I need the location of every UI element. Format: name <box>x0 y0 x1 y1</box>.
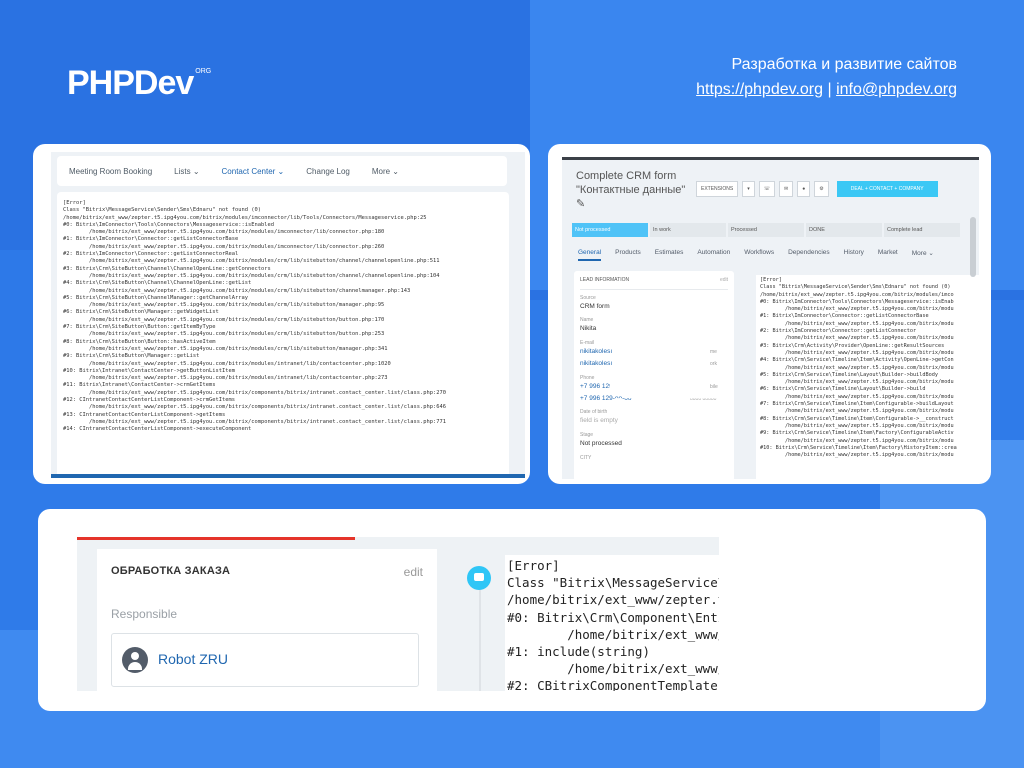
panel-edit-link[interactable]: edit <box>404 565 423 579</box>
stage-done[interactable]: DONE <box>806 223 882 237</box>
chevron-down-icon[interactable]: ▾ <box>742 181 755 197</box>
link-separator: | <box>827 81 832 98</box>
stage-processed[interactable]: Processed <box>728 223 804 237</box>
dob-label: Date of birth <box>580 409 608 415</box>
entity-tabs: General Products Estimates Automation Wo… <box>578 249 934 261</box>
name-label: Name <box>580 317 594 323</box>
convert-lead-button[interactable]: DEAL + CONTACT + COMPANY <box>836 181 938 197</box>
email-type-1: me <box>710 349 717 355</box>
stage-not-processed[interactable]: Not processed <box>572 223 648 237</box>
email-value-2[interactable]: nikitakolesı <box>580 360 612 367</box>
crm-lead-screenshot: Complete CRM form "Контактные данные" ✎ … <box>562 157 979 479</box>
logo-text: PHPDev <box>67 64 194 102</box>
logo-sup: ORG <box>195 68 212 75</box>
error-log: [Error] Class "Bitrix\MessageService\S /… <box>505 555 719 691</box>
window-topbar <box>562 157 979 160</box>
nav-lists[interactable]: Lists ⌄ <box>174 167 199 176</box>
divider <box>580 289 728 290</box>
order-processing-screenshot: ОБРАБОТКА ЗАКАЗА edit Responsible Robot … <box>77 537 719 691</box>
panel-title: ОБРАБОТКА ЗАКАЗА <box>111 565 231 577</box>
gear-icon[interactable]: ⚙ <box>814 181 829 197</box>
stage-complete-lead[interactable]: Complete lead <box>884 223 960 237</box>
scrollbar[interactable] <box>970 217 976 277</box>
chat-icon <box>467 566 491 590</box>
email-value-1[interactable]: nikitakolesı <box>580 348 612 355</box>
nav-meeting-room[interactable]: Meeting Room Booking <box>69 167 152 176</box>
email-type-2: ork <box>710 361 717 367</box>
email-label: E-mail <box>580 340 595 346</box>
tab-dependencies[interactable]: Dependencies <box>788 249 830 261</box>
info-header: LEAD INFORMATION <box>580 277 630 283</box>
header-contacts: Разработка и развитие сайтов https://php… <box>696 54 957 104</box>
source-label: Source <box>580 295 596 301</box>
tab-general[interactable]: General <box>578 249 602 261</box>
nav-more[interactable]: More ⌄ <box>372 167 399 176</box>
nav-change-log[interactable]: Change Log <box>306 167 350 176</box>
stage-value: Not processed <box>580 440 622 447</box>
stage-bar: Not processed In work Processed DONE Com… <box>572 223 960 237</box>
screenshot-card-order-processing: ОБРАБОТКА ЗАКАЗА edit Responsible Robot … <box>38 509 986 711</box>
error-log: [Error] Class "Bitrix\MessageService\Sen… <box>57 192 509 478</box>
website-link[interactable]: https://phpdev.org <box>696 81 823 98</box>
timeline-line <box>479 587 481 691</box>
tab-history[interactable]: History <box>844 249 864 261</box>
tab-estimates[interactable]: Estimates <box>655 249 684 261</box>
error-log: [Error] Class "Bitrix\MessageService\Sen… <box>756 275 979 479</box>
phpdev-logo[interactable]: PHPDev ORG <box>67 64 212 102</box>
screenshot-card-contact-center: Meeting Room Booking Lists ⌄ Contact Cen… <box>33 144 530 484</box>
stage-in-work[interactable]: In work <box>650 223 726 237</box>
city-label: CITY <box>580 455 592 461</box>
footer-bar <box>51 474 525 478</box>
phone-value-2[interactable]: +7 996 129-ᴖᴖ-ᴗᴗ <box>580 395 632 402</box>
screenshot-card-crm-form: Complete CRM form "Контактные данные" ✎ … <box>548 144 991 484</box>
phone-icon[interactable]: ☏ <box>758 181 776 197</box>
responsible-label: Responsible <box>111 607 178 621</box>
email-link[interactable]: info@phpdev.org <box>836 81 957 98</box>
top-nav: Meeting Room Booking Lists ⌄ Contact Cen… <box>57 156 507 186</box>
tab-more[interactable]: More ⌄ <box>912 249 934 261</box>
order-panel: ОБРАБОТКА ЗАКАЗА edit Responsible Robot … <box>97 549 437 691</box>
tab-products[interactable]: Products <box>615 249 641 261</box>
extensions-button[interactable]: EXTENSIONS <box>696 181 739 197</box>
lead-info-panel: LEAD INFORMATION edit Source CRM form Na… <box>574 271 734 479</box>
nav-contact-center[interactable]: Contact Center ⌄ <box>222 167 285 176</box>
responsible-name[interactable]: Robot ZRU <box>158 651 228 667</box>
user-avatar-icon <box>122 647 148 673</box>
name-value: Nikita <box>580 325 597 332</box>
phone-type-2: ᴗᴗᴗᴗ ᴗᴗᴗᴗᴗ <box>690 396 717 402</box>
phone-type-1: bile <box>710 384 718 390</box>
tab-market[interactable]: Market <box>878 249 898 261</box>
tagline: Разработка и развитие сайтов <box>731 56 958 73</box>
contact-center-screenshot: Meeting Room Booking Lists ⌄ Contact Cen… <box>51 152 525 478</box>
dob-value: field is empty <box>580 417 618 424</box>
tab-automation[interactable]: Automation <box>697 249 730 261</box>
phone-value-1[interactable]: +7 996 12ᵎ <box>580 383 610 390</box>
tab-workflows[interactable]: Workflows <box>744 249 774 261</box>
responsible-card[interactable]: Robot ZRU <box>111 633 419 687</box>
mail-icon[interactable]: ✉ <box>779 181 794 197</box>
contact-links: https://phpdev.org | info@phpdev.org <box>696 76 957 104</box>
toolbar: EXTENSIONS ▾ ☏ ✉ ● ⚙ DEAL + CONTACT + CO… <box>696 181 938 197</box>
stage-label: Stage <box>580 432 594 438</box>
chat-icon[interactable]: ● <box>797 181 811 197</box>
red-accent-line <box>77 537 355 540</box>
source-value: CRM form <box>580 303 610 310</box>
info-edit-link[interactable]: edit <box>720 277 728 283</box>
lead-title: Complete CRM form "Контактные данные" ✎ <box>576 170 686 210</box>
phone-label: Phone <box>580 375 595 381</box>
